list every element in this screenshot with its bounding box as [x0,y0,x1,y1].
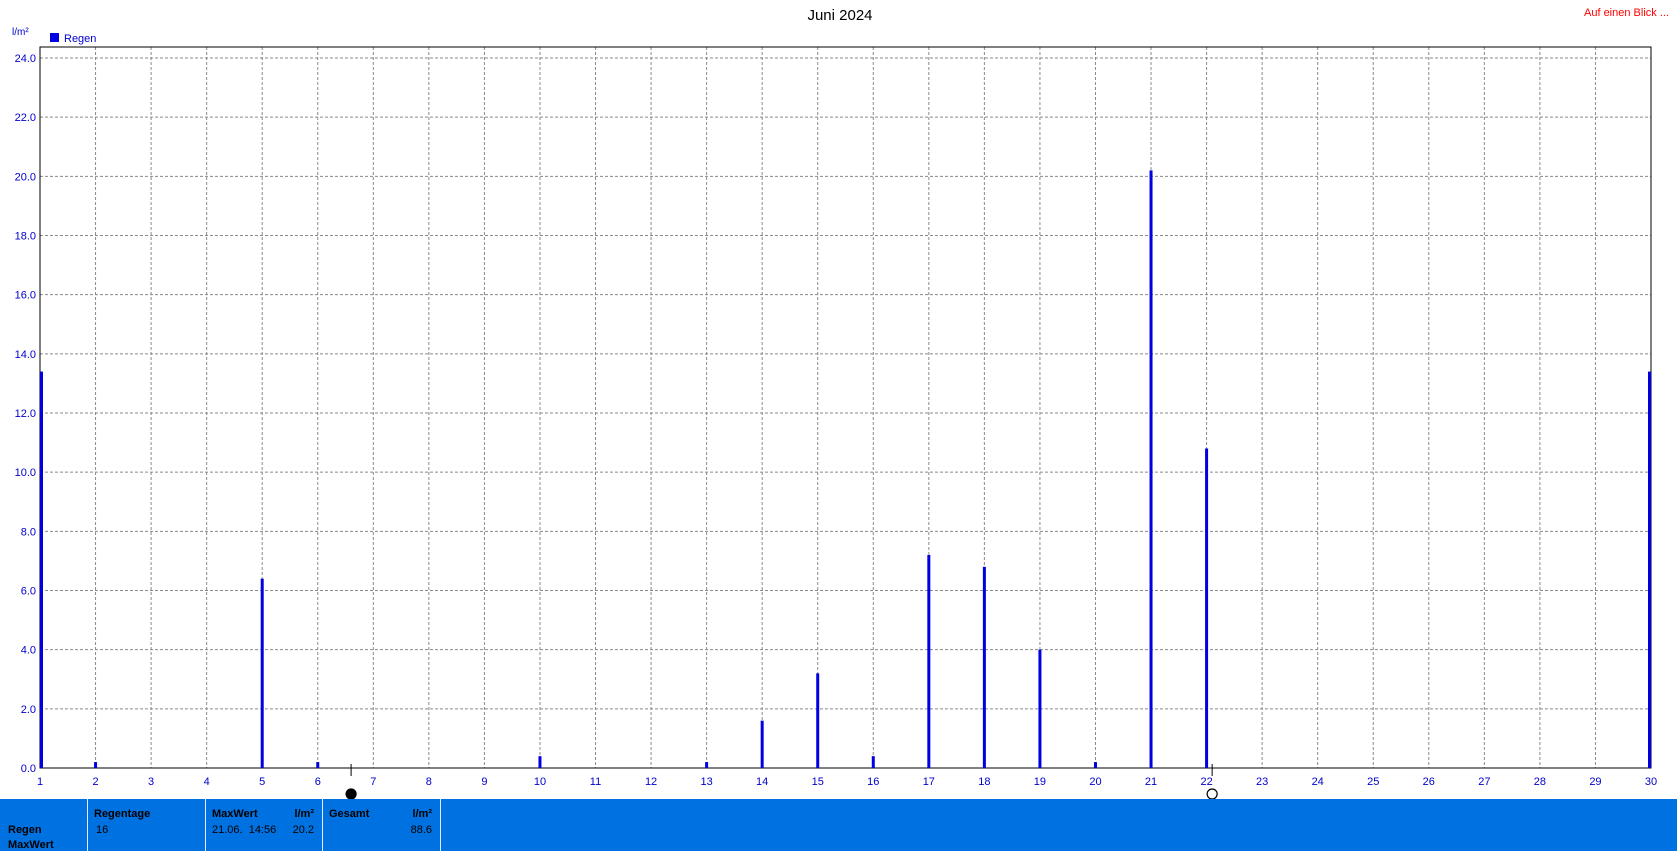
x-tick-label: 14 [756,776,768,788]
y-tick-label: 6.0 [21,586,36,598]
regentage-label: Regentage [94,808,151,820]
x-tick-label: 24 [1312,776,1324,788]
x-tick-label: 17 [923,776,935,788]
x-tick-label: 6 [315,776,321,788]
x-tick-label: 25 [1367,776,1379,788]
x-tick-label: 27 [1478,776,1490,788]
x-tick-label: 4 [204,776,210,788]
maxwert-unit: l/m² [294,808,314,820]
x-tick-label: 20 [1089,776,1101,788]
y-tick-label: 22.0 [15,112,36,124]
x-tick-label: 26 [1423,776,1435,788]
rain-bar [927,555,931,768]
x-tick-label: 10 [534,776,546,788]
stats-gesamt: Gesamt l/m² 88.6 [323,799,441,851]
rain-bar [94,762,98,768]
rain-chart: Juni 2024 l/m² Regen Auf einen Blick ...… [12,7,1669,799]
y-tick-label: 8.0 [21,526,36,538]
rain-bar [40,371,43,768]
rain-bar [316,762,320,768]
regentage-value: 16 [96,824,109,836]
y-tick-label: 14.0 [15,349,36,361]
maxwert-date: 21.06. 14:56 [212,824,277,836]
x-tick-label: 30 [1645,776,1657,788]
y-axis-unit: l/m² [12,27,29,38]
maxwert-value: 20.2 [292,824,314,836]
x-tick-label: 12 [645,776,657,788]
x-tick-label: 21 [1145,776,1157,788]
y-tick-label: 20.0 [15,171,36,183]
stats-row-labels: Regen MaxWert [0,799,88,851]
y-tick-label: 0.0 [21,763,36,775]
stats-panel: Regen MaxWert Regentage 16 MaxWert l/m² … [0,799,1677,851]
row-label-maxwert: MaxWert [8,839,54,851]
legend-swatch-regen [50,33,59,42]
y-tick-label: 2.0 [21,704,36,716]
x-tick-label: 16 [867,776,879,788]
rain-bar [260,578,264,768]
rain-bar [760,720,764,768]
plot-frame [39,46,1652,769]
rain-bar [871,756,875,768]
y-tick-label: 24.0 [15,53,36,65]
chart-title: Juni 2024 [807,7,872,24]
x-tick-label: 8 [426,776,432,788]
rain-bar [1093,762,1097,768]
new-moon-icon [345,788,357,799]
x-tick-label: 29 [1589,776,1601,788]
moon-markers [345,764,1218,799]
y-tick-label: 4.0 [21,645,36,657]
rain-bar [705,762,709,768]
rain-bar [1205,448,1209,768]
y-tick-label: 16.0 [15,290,36,302]
x-tick-label: 3 [148,776,154,788]
stats-regentage: Regentage 16 [88,799,206,851]
x-tick-label: 1 [37,776,43,788]
x-tick-label: 18 [978,776,990,788]
rain-bar [1648,371,1651,768]
grid [39,46,1652,769]
maxwert-label: MaxWert [212,808,258,820]
rain-bar [538,756,542,768]
x-tick-label: 2 [92,776,98,788]
legend: Regen [50,33,96,45]
full-moon-icon [1206,788,1218,799]
rain-bar [1149,170,1153,768]
rain-bar [982,566,986,768]
x-tick-label: 5 [259,776,265,788]
y-tick-label: 18.0 [15,231,36,243]
x-tick-label: 7 [370,776,376,788]
row-label-regen: Regen [8,824,42,836]
rain-bar [816,673,820,768]
x-tick-label: 9 [481,776,487,788]
gesamt-label: Gesamt [329,808,370,820]
x-tick-label: 19 [1034,776,1046,788]
gesamt-value: 88.6 [410,824,432,836]
gesamt-unit: l/m² [412,808,432,820]
bars [40,170,1651,768]
x-tick-label: 23 [1256,776,1268,788]
stats-maxwert: MaxWert l/m² 21.06. 14:56 20.2 [206,799,323,851]
overview-link[interactable]: Auf einen Blick ... [1584,7,1669,19]
y-tick-label: 10.0 [15,467,36,479]
rain-bar [1038,649,1042,768]
legend-label-regen: Regen [64,33,96,45]
y-tick-label: 12.0 [15,408,36,420]
x-tick-label: 13 [700,776,712,788]
x-tick-label: 15 [812,776,824,788]
x-tick-label: 28 [1534,776,1546,788]
x-tick-label: 11 [590,776,601,788]
x-tick-label: 22 [1200,776,1212,788]
